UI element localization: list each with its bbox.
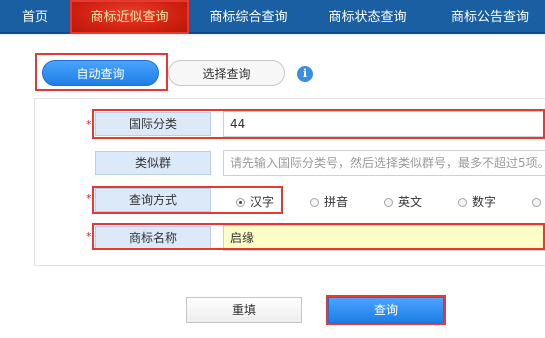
- query-method-label: 查询方式: [95, 188, 211, 212]
- nav-item-status-search[interactable]: 商标状态查询: [308, 0, 427, 34]
- radio-initial[interactable]: 字头: [532, 194, 545, 210]
- radio-label: 拼音: [324, 195, 349, 209]
- trademark-name-label: 商标名称: [95, 226, 211, 250]
- required-mark: *: [86, 118, 92, 131]
- query-button[interactable]: 查询: [328, 297, 444, 323]
- required-mark: *: [86, 230, 92, 243]
- radio-dot[interactable]: [458, 198, 467, 207]
- intl-class-label: 国际分类: [95, 112, 211, 136]
- nav-item-comprehensive-search[interactable]: 商标综合查询: [189, 0, 308, 34]
- radio-dot-checked[interactable]: [236, 198, 245, 207]
- radio-chinese[interactable]: 汉字: [236, 194, 274, 210]
- radio-dot[interactable]: [384, 198, 393, 207]
- radio-number[interactable]: 数字: [458, 194, 496, 210]
- nav-item-home[interactable]: 首页: [0, 0, 70, 34]
- radio-pinyin[interactable]: 拼音: [310, 194, 348, 210]
- search-panel: 自动查询 选择查询 i: [0, 36, 545, 338]
- top-nav: 首页 商标近似查询 商标综合查询 商标状态查询 商标公告查询: [0, 0, 545, 34]
- intl-class-input[interactable]: 44: [223, 111, 545, 137]
- nav-item-similar-search[interactable]: 商标近似查询: [70, 0, 189, 34]
- radio-english[interactable]: 英文: [384, 194, 422, 210]
- info-icon[interactable]: i: [297, 66, 313, 82]
- radio-label: 英文: [398, 195, 423, 209]
- radio-dot[interactable]: [310, 198, 319, 207]
- radio-dot[interactable]: [532, 198, 541, 207]
- auto-query-button[interactable]: 自动查询: [42, 60, 159, 86]
- trademark-name-input[interactable]: 启缘: [223, 225, 545, 251]
- similar-group-input[interactable]: 请先输入国际分类号，然后选择类似群号，最多不超过5项。: [223, 150, 545, 176]
- nav-item-announcement-search[interactable]: 商标公告查询: [427, 0, 545, 34]
- radio-label: 数字: [472, 195, 497, 209]
- select-query-button[interactable]: 选择查询: [168, 60, 285, 86]
- reset-button[interactable]: 重填: [186, 297, 302, 323]
- required-mark: *: [86, 192, 92, 205]
- radio-label: 汉字: [250, 195, 275, 209]
- similar-group-label: 类似群: [95, 151, 211, 175]
